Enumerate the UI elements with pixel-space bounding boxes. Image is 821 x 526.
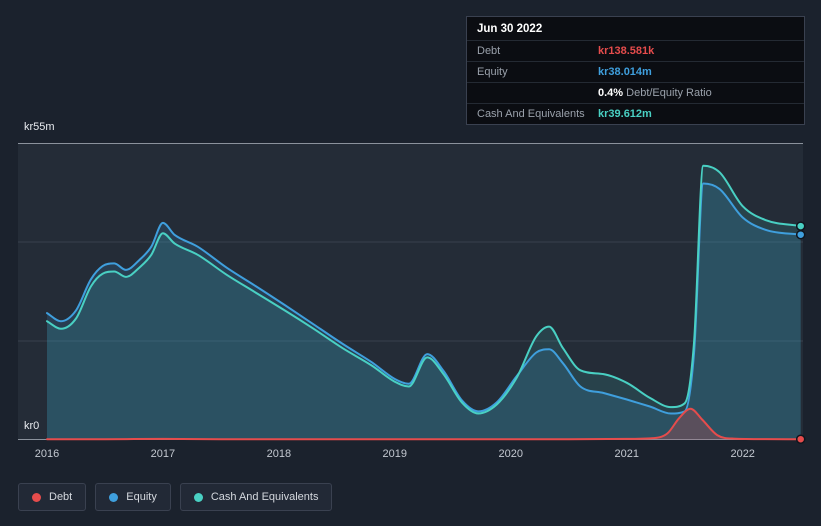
equity-end-marker[interactable] bbox=[795, 229, 806, 240]
debt-series-dot-icon bbox=[32, 492, 41, 502]
chart-tooltip: Jun 30 2022 Debt kr138.581k Equity kr38.… bbox=[466, 16, 805, 125]
tooltip-debt-label: Debt bbox=[477, 45, 501, 57]
legend-cash-label: Cash And Equivalents bbox=[210, 491, 319, 503]
x-tick-label-2022: 2022 bbox=[730, 448, 754, 460]
debt-equity-ratio-percent: 0.4% bbox=[598, 87, 624, 99]
x-tick-label-2019: 2019 bbox=[383, 448, 407, 460]
legend-item-equity[interactable]: Equity bbox=[95, 483, 171, 511]
tooltip-debt-value: kr138.581k bbox=[598, 45, 655, 57]
equity-series-dot-icon bbox=[109, 492, 119, 502]
x-tick-label-2021: 2021 bbox=[615, 448, 639, 460]
legend-item-debt[interactable]: Debt bbox=[18, 483, 87, 511]
cash-and-equivalents-end-marker[interactable] bbox=[795, 221, 806, 231]
legend-debt-label: Debt bbox=[49, 491, 73, 503]
tooltip-equity-value: kr38.014m bbox=[598, 66, 652, 78]
x-tick-label-2020: 2020 bbox=[499, 448, 523, 460]
chart-svg[interactable]: 2016 2017 2018 2019 2020 2021 2022 bbox=[18, 143, 806, 473]
legend-equity-label: Equity bbox=[126, 491, 157, 503]
legend-item-cash[interactable]: Cash And Equivalents bbox=[179, 483, 333, 511]
x-tick-label-2017: 2017 bbox=[151, 448, 175, 460]
x-tick-label-2016: 2016 bbox=[35, 448, 59, 460]
y-axis-label-max: kr55m bbox=[24, 121, 55, 133]
tooltip-cash-label: Cash And Equivalents bbox=[477, 108, 585, 120]
tooltip-row-equity: Equity kr38.014m bbox=[467, 61, 804, 82]
tooltip-row-ratio: 0.4% Debt/Equity Ratio bbox=[467, 82, 804, 103]
cash-series-dot-icon bbox=[193, 492, 203, 502]
y-axis-label-zero: kr0 bbox=[24, 420, 40, 432]
debt-equity-ratio-label: Debt/Equity Ratio bbox=[626, 87, 712, 99]
tooltip-row-debt: Debt kr138.581k bbox=[467, 40, 804, 61]
debt-end-marker[interactable] bbox=[795, 434, 806, 444]
x-tick-label-2018: 2018 bbox=[267, 448, 291, 460]
chart-plot-area[interactable]: 2016 2017 2018 2019 2020 2021 2022 bbox=[18, 143, 806, 473]
tooltip-ratio-value: 0.4% Debt/Equity Ratio bbox=[598, 87, 712, 99]
chart-legend: Debt Equity Cash And Equivalents bbox=[18, 483, 333, 511]
tooltip-row-cash: Cash And Equivalents kr39.612m bbox=[467, 103, 804, 124]
tooltip-date: Jun 30 2022 bbox=[477, 23, 543, 35]
tooltip-equity-label: Equity bbox=[477, 66, 508, 78]
tooltip-cash-value: kr39.612m bbox=[598, 108, 652, 120]
